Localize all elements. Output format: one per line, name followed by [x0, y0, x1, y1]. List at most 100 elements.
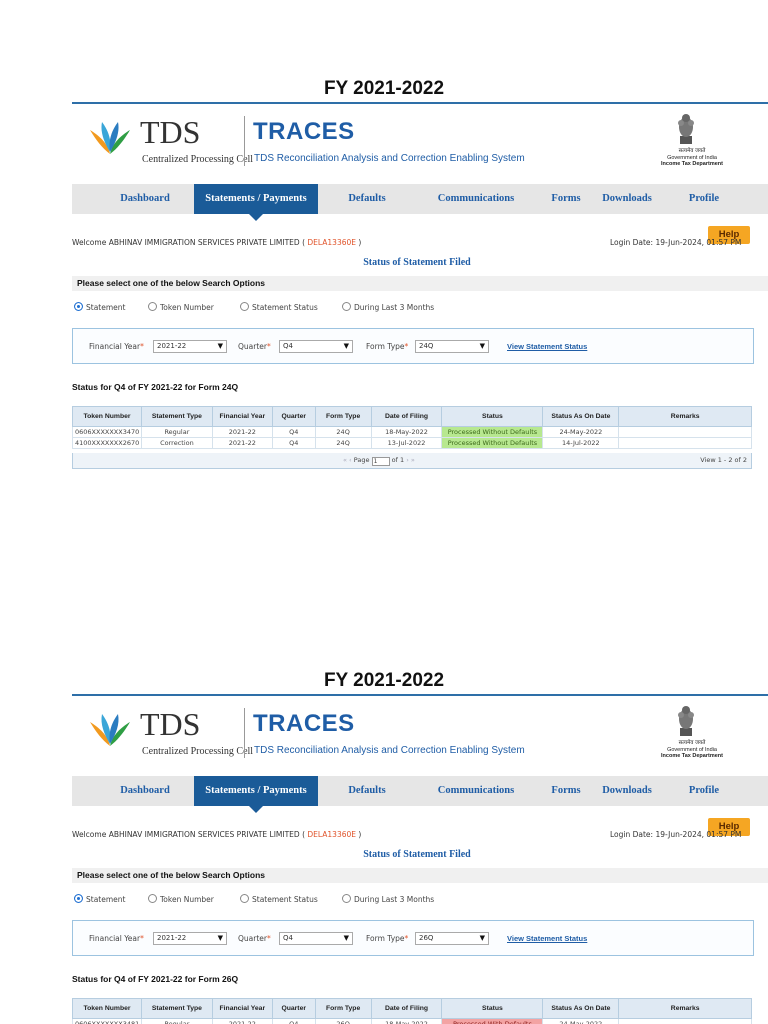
radio-button-icon[interactable] — [74, 302, 83, 311]
column-header[interactable]: Date of Filing — [370, 406, 443, 427]
nav-communications[interactable]: Communications — [412, 184, 540, 214]
column-header[interactable]: Status — [441, 406, 544, 427]
nav-downloads[interactable]: Downloads — [594, 184, 660, 214]
radio-button-icon[interactable] — [240, 302, 249, 311]
table-cell: 13-Jul-2022 — [370, 437, 443, 449]
table-row[interactable]: 0606XXXXXXX3470 Regular 2021-22 Q4 24Q 18-May… — [72, 426, 752, 438]
column-header[interactable]: Token Number — [72, 406, 142, 427]
nav-defaults[interactable]: Defaults — [324, 776, 410, 806]
pager-of-label: of 1 — [391, 456, 405, 464]
radio-button-icon[interactable] — [74, 894, 83, 903]
column-header[interactable]: Financial Year — [211, 406, 273, 427]
column-header[interactable]: Date of Filing — [370, 998, 443, 1019]
quarter-select[interactable]: Q4 ▼ — [279, 932, 353, 945]
table-row[interactable]: 0606XXXXXXX3481 Regular 2021-22 Q4 26Q 18-May… — [72, 1018, 752, 1024]
filter-box: Financial Year* 2021-22 ▼ Quarter* Q4 ▼ Fo… — [72, 328, 754, 364]
pager-first-prev-icon[interactable]: « ‹ — [343, 456, 352, 464]
column-header[interactable]: Statement Type — [140, 406, 213, 427]
nav-profile[interactable]: Profile — [678, 184, 730, 214]
nav-communications[interactable]: Communications — [412, 776, 540, 806]
quarter-select[interactable]: Q4 ▼ — [279, 340, 353, 353]
table-cell: 24Q — [314, 437, 372, 449]
radio-button-icon[interactable] — [148, 302, 157, 311]
column-header[interactable]: Form Type — [314, 998, 372, 1019]
nav-statements-payments[interactable]: Statements / Payments — [194, 184, 318, 221]
table-cell: 2021-22 — [211, 426, 273, 438]
tds-subtitle: Centralized Processing Cell — [142, 154, 254, 165]
search-options-title: Please select one of the below Search Op… — [77, 278, 266, 288]
nav-downloads[interactable]: Downloads — [594, 776, 660, 806]
nav-statements-payments[interactable]: Statements / Payments — [194, 776, 318, 813]
tds-wordmark: TDS — [140, 114, 201, 150]
table-cell: Q4 — [271, 426, 316, 438]
column-header[interactable]: Quarter — [271, 406, 316, 427]
radio-statement-status[interactable]: Statement Status — [240, 894, 318, 904]
radio-button-icon[interactable] — [342, 302, 351, 311]
form-type-label: Form Type* — [366, 342, 409, 351]
radio-label: Token Number — [160, 895, 214, 904]
nav-dashboard[interactable]: Dashboard — [90, 184, 200, 214]
radio-label: During Last 3 Months — [354, 895, 435, 904]
status-cell: Processed With Defaults — [441, 1018, 544, 1024]
nav-profile[interactable]: Profile — [678, 776, 730, 806]
financial-year-label: Financial Year* — [89, 934, 144, 943]
nav-defaults[interactable]: Defaults — [324, 184, 410, 214]
radio-label: Statement — [86, 303, 126, 312]
traces-subtitle: TDS Reconciliation Analysis and Correcti… — [254, 745, 525, 756]
welcome-text: Welcome ABHINAV IMMIGRATION SERVICES PRI… — [72, 238, 361, 247]
pager-next-last-icon[interactable]: › » — [406, 456, 415, 464]
welcome-text: Welcome ABHINAV IMMIGRATION SERVICES PRI… — [72, 830, 361, 839]
view-statement-status-link[interactable]: View Statement Status — [507, 342, 587, 351]
radio-during-last-3-months[interactable]: During Last 3 Months — [342, 302, 434, 312]
radio-token-number[interactable]: Token Number — [148, 894, 214, 904]
traces-wordmark: TRACES — [253, 710, 355, 737]
view-statement-status-link[interactable]: View Statement Status — [507, 934, 587, 943]
column-header[interactable]: Remarks — [618, 406, 752, 427]
table-cell: 24-May-2022 — [542, 1018, 620, 1024]
column-header[interactable]: Status As On Date — [542, 406, 620, 427]
financial-year-select[interactable]: 2021-22 ▼ — [153, 340, 227, 353]
financial-year-select[interactable]: 2021-22 ▼ — [153, 932, 227, 945]
page-title: Status of Statement Filed — [363, 849, 471, 860]
main-nav: Dashboard Statements / Payments Defaults Co… — [72, 776, 768, 813]
pager-page-input[interactable]: 1 — [371, 457, 390, 466]
status-heading: Status for Q4 of FY 2021-22 for Form 24Q — [72, 382, 239, 392]
radio-button-icon[interactable] — [240, 894, 249, 903]
filter-box: Financial Year* 2021-22 ▼ Quarter* Q4 ▼ Fo… — [72, 920, 754, 956]
radio-button-icon[interactable] — [148, 894, 157, 903]
table-row[interactable]: 4100XXXXXXX2670 Correction 2021-22 Q4 24Q 13-… — [72, 437, 752, 449]
nav-dashboard[interactable]: Dashboard — [90, 776, 200, 806]
nav-forms[interactable]: Forms — [538, 776, 594, 806]
quarter-label: Quarter* — [238, 934, 271, 943]
column-header[interactable]: Statement Type — [140, 998, 213, 1019]
traces-wordmark: TRACES — [253, 118, 355, 145]
table-cell: 2021-22 — [211, 1018, 273, 1024]
form-type-select[interactable]: 24Q ▼ — [415, 340, 489, 353]
radio-button-icon[interactable] — [342, 894, 351, 903]
form-type-select[interactable]: 26Q ▼ — [415, 932, 489, 945]
radio-statement[interactable]: Statement — [74, 302, 125, 312]
radio-token-number[interactable]: Token Number — [148, 302, 214, 312]
column-header[interactable]: Status — [441, 998, 544, 1019]
column-header[interactable]: Token Number — [72, 998, 142, 1019]
radio-label: Statement Status — [252, 895, 318, 904]
column-header[interactable]: Status As On Date — [542, 998, 620, 1019]
tan-number: DELA13360E — [307, 238, 356, 247]
tds-leaf-logo-icon — [90, 122, 130, 154]
radio-statement[interactable]: Statement — [74, 894, 125, 904]
nav-forms[interactable]: Forms — [538, 184, 594, 214]
pager-view-count: View 1 - 2 of 2 — [700, 456, 747, 464]
pager-controls: « ‹ Page 1 of 1 › » — [343, 456, 415, 466]
site-header: TDS Centralized Processing Cell TRACES T… — [72, 104, 768, 180]
radio-statement-status[interactable]: Statement Status — [240, 302, 318, 312]
column-header[interactable]: Form Type — [314, 406, 372, 427]
fy-title: FY 2021-2022 — [323, 670, 445, 691]
form-type-label: Form Type* — [366, 934, 409, 943]
traces-page: TDS Centralized Processing Cell TRACES T… — [72, 694, 768, 1024]
column-header[interactable]: Quarter — [271, 998, 316, 1019]
table-cell: Regular — [140, 426, 213, 438]
radio-during-last-3-months[interactable]: During Last 3 Months — [342, 894, 434, 904]
dept-name: Income Tax Department — [661, 161, 723, 167]
column-header[interactable]: Financial Year — [211, 998, 273, 1019]
column-header[interactable]: Remarks — [618, 998, 752, 1019]
